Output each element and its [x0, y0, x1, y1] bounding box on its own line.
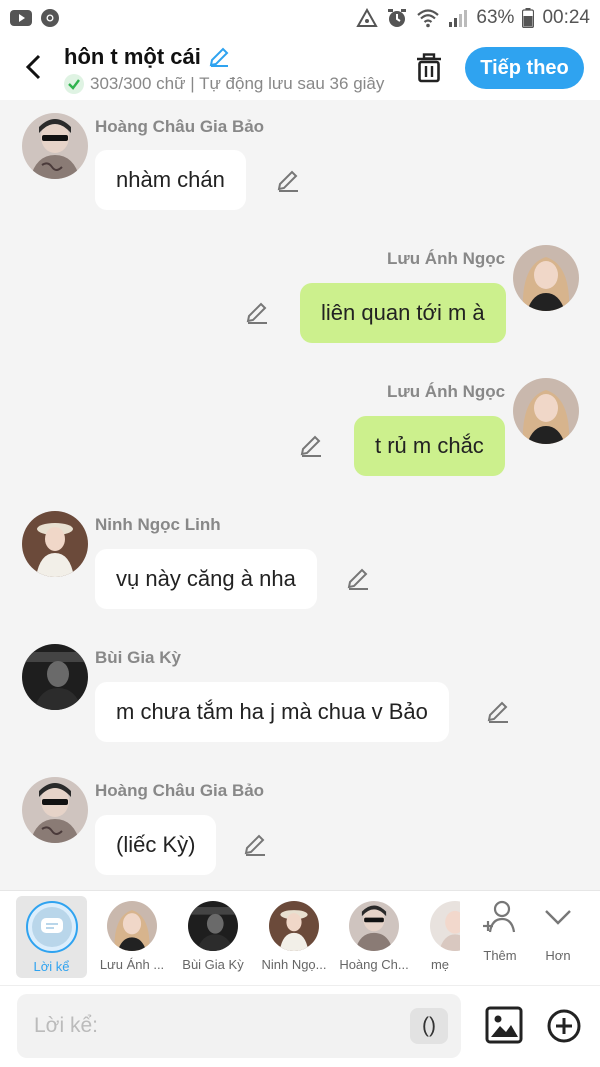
add-character-label: Thêm	[483, 948, 517, 963]
next-button[interactable]: Tiếp theo	[465, 47, 584, 89]
story-title: hôn t một cái	[64, 44, 201, 69]
narrator-label: Lời kể	[33, 959, 70, 974]
edit-message-icon[interactable]	[485, 699, 511, 725]
more-characters-button[interactable]: Hơn	[528, 899, 588, 963]
character-label: mẹ	[430, 957, 450, 972]
story-title-row[interactable]: hôn t một cái	[64, 44, 231, 70]
edit-title-icon[interactable]	[207, 45, 231, 69]
edit-message-icon[interactable]	[242, 832, 268, 858]
battery-percent: 63%	[476, 7, 515, 28]
message-bubble[interactable]: t rủ m chắc	[354, 416, 505, 476]
clock: 00:24	[542, 7, 590, 28]
sender-name: Ninh Ngọc Linh	[95, 515, 221, 534]
add-person-icon	[483, 900, 516, 933]
sender-name: Lưu Ánh Ngọc	[387, 382, 506, 401]
edit-message-icon[interactable]	[345, 566, 371, 592]
message-bubble[interactable]: nhàm chán	[95, 150, 246, 210]
message-bubble[interactable]: vụ này căng à nha	[95, 549, 317, 609]
character-avatar	[107, 901, 157, 951]
header: hôn t một cái 303/300 chữ | Tự động lưu …	[0, 36, 600, 100]
sender-name: Hoàng Châu Gia Bảo	[95, 117, 265, 136]
edit-message-icon[interactable]	[244, 300, 270, 326]
add-circle-icon[interactable]	[546, 1008, 582, 1044]
check-icon	[64, 74, 84, 94]
youtube-icon	[10, 10, 32, 26]
avatar-ngoc[interactable]	[513, 245, 579, 311]
more-characters-label: Hơn	[545, 948, 571, 963]
avatar-ngoc[interactable]	[513, 378, 579, 444]
character-avatar	[269, 901, 319, 951]
character-me[interactable]: mẹ	[420, 897, 460, 977]
character-bao[interactable]: Hoàng Ch...	[334, 897, 414, 977]
character-avatar	[349, 901, 399, 951]
edit-message-icon[interactable]	[275, 168, 301, 194]
edit-message-icon[interactable]	[298, 433, 324, 459]
character-ky[interactable]: Bùi Gia Kỳ	[173, 897, 253, 977]
delete-button[interactable]	[412, 50, 446, 86]
sender-name: Lưu Ánh Ngọc	[387, 249, 506, 268]
sender-name: Hoàng Châu Gia Bảo	[95, 781, 265, 800]
character-linh[interactable]: Ninh Ngọ...	[254, 897, 334, 977]
message-bubble[interactable]: (liếc Kỳ)	[95, 815, 217, 875]
chrome-icon	[40, 8, 60, 28]
input-bar: Lời kể: ()	[0, 985, 600, 1067]
avatar-linh[interactable]	[22, 511, 88, 577]
character-label: Ninh Ngọ...	[261, 957, 327, 972]
alarm-icon	[386, 7, 408, 29]
battery-icon	[522, 8, 535, 28]
save-status: 303/300 chữ | Tự động lưu sau 36 giây	[64, 74, 394, 94]
character-label: Bùi Gia Kỳ	[182, 957, 244, 972]
chevron-left-icon	[25, 54, 41, 80]
wifi-icon	[416, 8, 440, 28]
narrator-inner	[31, 907, 72, 947]
character-bar: Lời kể Lưu Ánh ... Bùi Gia Kỳ Ninh Ngọ..…	[0, 890, 600, 985]
character-avatar	[430, 901, 460, 951]
narrator-selector[interactable]: Lời kể	[16, 896, 87, 978]
chevron-down-icon	[545, 910, 571, 925]
chat-bubble-icon	[40, 918, 63, 933]
message-bubble[interactable]: liên quan tới m à	[300, 283, 506, 343]
status-bar: 63% 00:24	[0, 0, 600, 36]
avatar-bao[interactable]	[22, 113, 88, 179]
avatar-ky[interactable]	[22, 644, 88, 710]
chat-area[interactable]: Hoàng Châu Gia Bảo nhàm chán Lưu Ánh Ngọ…	[0, 100, 600, 890]
signal-icon	[448, 8, 468, 28]
trash-icon	[417, 53, 441, 83]
character-label: Hoàng Ch...	[339, 957, 409, 972]
image-icon[interactable]	[485, 1006, 523, 1044]
avatar-bao[interactable]	[22, 777, 88, 843]
data-saver-icon	[356, 8, 379, 28]
character-label: Lưu Ánh ...	[99, 957, 165, 972]
character-ngoc[interactable]: Lưu Ánh ...	[92, 897, 172, 977]
message-bubble[interactable]: m chưa tắm ha j mà chua v Bảo	[95, 682, 449, 742]
narration-input[interactable]: Lời kể: ()	[17, 994, 461, 1058]
parentheses-button[interactable]: ()	[410, 1008, 448, 1044]
save-status-text: 303/300 chữ | Tự động lưu sau 36 giây	[90, 74, 385, 93]
input-placeholder: Lời kể:	[34, 1014, 98, 1037]
sender-name: Bùi Gia Kỳ	[95, 648, 181, 667]
character-avatar	[188, 901, 238, 951]
back-button[interactable]	[18, 50, 48, 84]
narrator-avatar	[25, 901, 78, 953]
add-character-button[interactable]: Thêm	[470, 899, 530, 963]
